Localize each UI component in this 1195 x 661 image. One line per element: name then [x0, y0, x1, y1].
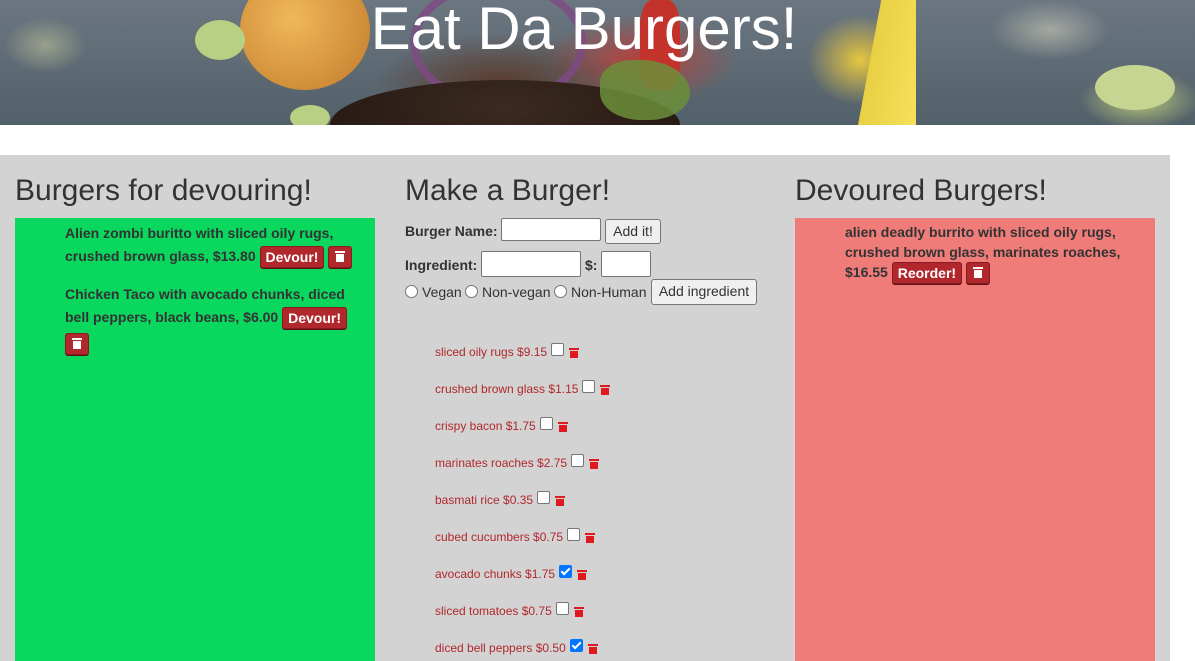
list-item: Chicken Taco with avocado chunks, diced … [65, 283, 365, 356]
ingredient-label: avocado chunks $1.75 [435, 567, 556, 581]
burger-description: alien deadly burrito with sliced oily ru… [845, 224, 1116, 240]
ingredient-label: sliced tomatoes $0.75 [435, 604, 552, 618]
trash-icon[interactable] [585, 532, 596, 543]
devoured-column-title: Devoured Burgers! [795, 174, 1047, 207]
ingredient-checkbox[interactable] [569, 639, 583, 653]
ingredient-item: marinates roaches $2.75 [435, 454, 600, 470]
trash-icon[interactable] [557, 421, 568, 432]
trash-icon[interactable] [600, 384, 611, 395]
delete-burger-button[interactable] [965, 262, 990, 285]
ingredient-checkbox[interactable] [555, 602, 569, 616]
ingredient-item: sliced tomatoes $0.75 [435, 602, 584, 618]
ingredient-label: sliced oily rugs $9.15 [435, 345, 548, 359]
ingredient-label: crushed brown glass $1.15 [435, 382, 579, 396]
ingredient-item: basmati rice $0.35 [435, 491, 566, 507]
non-vegan-radio-label: Non-vegan [482, 284, 551, 300]
ingredient-item: cubed cucumbers $0.75 [435, 528, 596, 544]
add-burger-button[interactable]: Add it! [605, 219, 661, 244]
burger-name-input[interactable] [501, 218, 601, 241]
trash-icon [972, 267, 983, 279]
ingredient-checkbox[interactable] [559, 565, 573, 579]
ingredient-checkbox[interactable] [537, 491, 551, 505]
ingredient-checkbox[interactable] [567, 528, 581, 542]
ingredient-label: basmati rice $0.35 [435, 493, 534, 507]
burger-description: Chicken Taco with avocado chunks, diced [65, 286, 345, 302]
trash-icon[interactable] [589, 458, 600, 469]
trash-icon[interactable] [555, 495, 566, 506]
burger-description: crushed brown glass, marinates roaches, [845, 244, 1121, 260]
burger-price: $16.55 [845, 264, 888, 280]
burger-description: bell peppers, black beans, $6.00 [65, 309, 279, 325]
non-vegan-radio[interactable] [465, 285, 478, 298]
reorder-button[interactable]: Reorder! [891, 262, 963, 285]
ingredient-input[interactable] [481, 251, 581, 277]
devour-button[interactable]: Devour! [282, 307, 348, 330]
devoured-list: alien deadly burrito with sliced oily ru… [795, 218, 1155, 661]
vegan-radio-label: Vegan [422, 284, 462, 300]
banner-image-guacamole [1095, 65, 1175, 110]
trash-icon[interactable] [573, 606, 584, 617]
price-label: $: [585, 257, 598, 273]
ingredient-label: marinates roaches $2.75 [435, 456, 568, 470]
devour-button[interactable]: Devour! [259, 246, 325, 269]
page-title: Eat Da Burgers! [370, 0, 798, 62]
header-banner: Eat Da Burgers! [0, 0, 1195, 125]
trash-icon [335, 251, 346, 263]
non-human-radio-label: Non-Human [571, 284, 647, 300]
list-item: Alien zombi buritto with sliced oily rug… [65, 222, 365, 269]
trash-icon[interactable] [587, 643, 598, 654]
ingredient-checkbox[interactable] [571, 454, 585, 468]
main-panel: Burgers for devouring! Make a Burger! De… [0, 155, 1170, 661]
ingredient-checkbox[interactable] [551, 343, 565, 357]
non-human-radio[interactable] [554, 285, 567, 298]
add-ingredient-button[interactable]: Add ingredient [651, 279, 757, 305]
trash-icon [72, 338, 82, 350]
burger-description: crushed brown glass, $13.80 [65, 248, 256, 264]
ingredient-label: diced bell peppers $0.50 [435, 641, 566, 655]
price-input[interactable] [601, 251, 651, 277]
make-column-title: Make a Burger! [405, 174, 611, 207]
vegan-radio[interactable] [405, 285, 418, 298]
ingredient-label: cubed cucumbers $0.75 [435, 530, 564, 544]
ingredient-item: crushed brown glass $1.15 [435, 380, 611, 396]
ingredient-item: sliced oily rugs $9.15 [435, 343, 580, 359]
ingredient-label: Ingredient: [405, 257, 478, 273]
devour-list: Alien zombi buritto with sliced oily rug… [15, 218, 375, 661]
ingredient-checkbox[interactable] [582, 380, 596, 394]
ingredient-item: crispy bacon $1.75 [435, 417, 568, 433]
burger-name-label: Burger Name: [405, 223, 498, 239]
burger-description: Alien zombi buritto with sliced oily rug… [65, 225, 334, 241]
trash-icon[interactable] [569, 347, 580, 358]
banner-image-guacamole [290, 105, 330, 125]
ingredient-item: avocado chunks $1.75 [435, 565, 588, 581]
delete-burger-button[interactable] [328, 246, 353, 269]
ingredient-item: diced bell peppers $0.50 [435, 639, 598, 655]
devour-column-title: Burgers for devouring! [15, 174, 312, 207]
list-item: alien deadly burrito with sliced oily ru… [845, 222, 1145, 285]
ingredient-checkbox[interactable] [539, 417, 553, 431]
ingredient-label: crispy bacon $1.75 [435, 419, 536, 433]
delete-burger-button[interactable] [65, 333, 89, 356]
trash-icon[interactable] [577, 569, 588, 580]
